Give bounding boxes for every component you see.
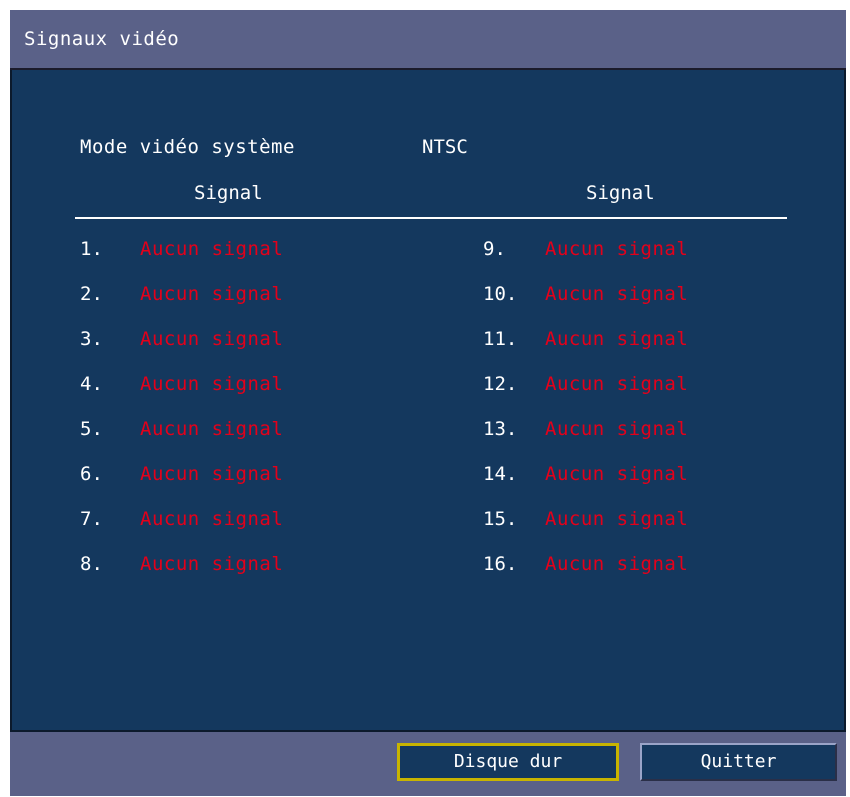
channel-status: Aucun signal [545, 328, 689, 350]
channel-number: 2. [80, 283, 103, 305]
header-divider [75, 217, 787, 219]
channel-status: Aucun signal [545, 553, 689, 575]
channel-status: Aucun signal [140, 553, 284, 575]
channel-number: 12. [483, 373, 518, 395]
title-bar: Signaux vidéo [10, 10, 846, 70]
video-signals-window: Signaux vidéo Mode vidéo système NTSC Si… [10, 10, 846, 796]
channel-number: 9. [483, 238, 506, 260]
channel-status: Aucun signal [545, 283, 689, 305]
channel-status: Aucun signal [140, 283, 284, 305]
channel-status: Aucun signal [545, 238, 689, 260]
channel-number: 14. [483, 463, 518, 485]
channel-status: Aucun signal [140, 238, 284, 260]
channel-status: Aucun signal [140, 328, 284, 350]
left-column-header: Signal [194, 182, 263, 204]
channel-status: Aucun signal [545, 463, 689, 485]
channel-status: Aucun signal [545, 418, 689, 440]
channel-number: 3. [80, 328, 103, 350]
system-video-mode-value: NTSC [422, 136, 468, 158]
channel-number: 4. [80, 373, 103, 395]
channel-number: 13. [483, 418, 518, 440]
channel-number: 1. [80, 238, 103, 260]
signals-panel: Mode vidéo système NTSC Signal Signal 1.… [10, 70, 846, 732]
channel-number: 15. [483, 508, 518, 530]
channel-number: 6. [80, 463, 103, 485]
window-title: Signaux vidéo [24, 28, 180, 50]
channel-status: Aucun signal [140, 418, 284, 440]
right-column-header: Signal [586, 182, 655, 204]
hard-disk-button[interactable]: Disque dur [397, 743, 619, 781]
channel-number: 10. [483, 283, 518, 305]
system-video-mode-label: Mode vidéo système [80, 136, 295, 158]
quit-button[interactable]: Quitter [640, 743, 837, 781]
channel-status: Aucun signal [140, 463, 284, 485]
channel-number: 7. [80, 508, 103, 530]
channel-status: Aucun signal [140, 373, 284, 395]
channel-number: 11. [483, 328, 518, 350]
channel-status: Aucun signal [140, 508, 284, 530]
channel-status: Aucun signal [545, 373, 689, 395]
channel-status: Aucun signal [545, 508, 689, 530]
channel-number: 5. [80, 418, 103, 440]
channel-number: 16. [483, 553, 518, 575]
channel-number: 8. [80, 553, 103, 575]
